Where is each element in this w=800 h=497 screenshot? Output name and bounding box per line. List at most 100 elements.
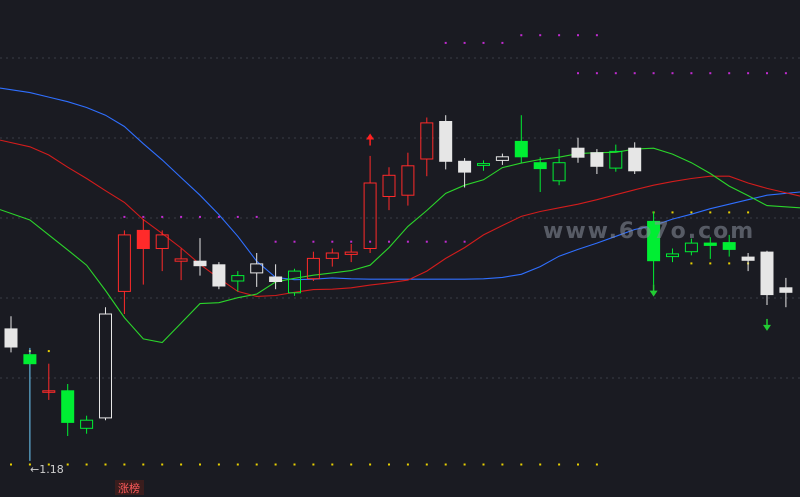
signal-dot [520,34,523,37]
signal-dot [690,72,693,75]
signal-dot [161,215,164,218]
signal-dot [728,211,731,214]
signal-dot [66,463,69,466]
signal-dot [709,72,712,75]
candle-body [4,328,18,348]
signal-dot [558,34,561,37]
candle-body [571,147,585,158]
signal-dot [747,211,750,214]
signal-dot [388,463,390,466]
signal-dot [217,463,220,466]
signal-dot [444,463,447,466]
signal-dot [463,240,466,243]
signal-dot [255,215,258,218]
signal-dot [104,463,107,466]
candlestick-chart: www.6o7o.com ←1.18 涨榜 [0,0,800,497]
candle-body [590,152,604,167]
signal-dot [784,72,787,75]
signal-dot [520,463,523,466]
signal-dot [463,41,466,44]
signal-dot [614,72,617,75]
candle-body [212,264,226,287]
candle-body [61,390,75,423]
signal-dot [595,463,598,466]
tag-label: 涨榜 [118,481,140,495]
signal-dot [180,463,183,466]
signal-dot [425,240,428,243]
signal-dot [142,463,145,466]
candle-body [741,256,755,261]
signal-dot [671,72,674,75]
signal-dot [482,463,485,466]
signal-dot [312,463,315,466]
signal-dot [709,211,712,214]
candle-body [193,260,207,267]
candle-body [779,287,793,293]
signal-dot [406,463,409,466]
low-price-label: ←1.18 [30,463,64,476]
signal-dot [595,34,598,37]
signal-dot [369,463,372,466]
signal-dot [595,72,598,75]
candle-body [533,162,547,170]
signal-dot [482,41,485,44]
signal-dot [652,72,655,75]
signal-dot [123,215,126,218]
candle-body [760,251,774,296]
signal-dot [142,215,145,218]
signal-dot [406,240,409,243]
signal-dot [501,41,504,44]
signal-dot [217,215,220,218]
candle-body [439,121,453,162]
signal-dot [671,211,674,214]
signal-dot [331,463,334,466]
signal-dot [199,463,201,466]
signal-dot [293,240,296,243]
signal-dot [369,240,372,243]
signal-dot [161,463,164,466]
signal-dot [274,240,277,243]
signal-dot [690,262,693,265]
signal-dot [577,463,579,466]
signal-dot [293,463,296,466]
candle-body [514,140,528,158]
signal-dot [766,72,768,75]
signal-dot [728,72,731,75]
signal-dot [709,262,712,265]
signal-dot [577,34,579,37]
signal-dot [274,463,277,466]
signal-dot [425,463,428,466]
signal-dot [255,463,258,466]
signal-dot [180,215,183,218]
signal-dot [444,41,447,44]
watermark: www.6o7o.com [543,219,755,244]
signal-dot [312,240,315,243]
signal-dot [728,262,731,265]
signal-dot [47,350,50,353]
signal-dot [388,240,390,243]
signal-dot [123,463,126,466]
signal-dot [539,463,542,466]
signal-dot [747,72,750,75]
signal-dot [463,463,466,466]
chart-background [0,0,800,497]
signal-dot [633,72,636,75]
candle-body [458,160,472,173]
signal-dot [331,240,334,243]
signal-dot [236,215,239,218]
signal-dot [539,34,542,37]
signal-dot [85,463,88,466]
candle-body [269,276,283,282]
signal-dot [501,463,504,466]
signal-dot [444,240,447,243]
candle-body [23,354,37,365]
signal-dot [558,463,561,466]
signal-dot [199,215,201,218]
signal-dot [236,463,239,466]
signal-dot [350,240,353,243]
candle-body [628,147,642,172]
signal-dot [577,72,579,75]
signal-dot [690,211,693,214]
candle-body [136,229,150,249]
signal-dot [350,463,353,466]
